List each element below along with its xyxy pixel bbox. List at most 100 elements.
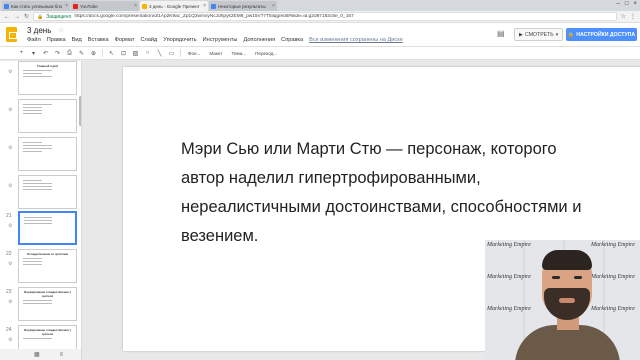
menu-insert[interactable]: Вставка [88,37,109,43]
speaker-notes-icon[interactable]: ⚙ [8,145,12,151]
image-icon[interactable]: ▨ [132,50,139,57]
reload-icon[interactable]: ↻ [24,13,29,20]
speaker-notes-icon[interactable]: ⚙ [8,299,12,305]
background-dropdown[interactable]: Фон... [186,51,202,56]
banner-text: Marketing Empire [487,306,531,312]
bookmark-star-icon[interactable]: ☆ [621,13,626,20]
speaker-notes-icon[interactable]: ⚙ [8,107,12,113]
thumb-text-line [23,180,42,181]
comments-icon[interactable]: ▤ [497,30,507,39]
browser-tab[interactable]: YouTube × [71,1,139,11]
docs-header: 3 день ☆ Файл Правка Вид Вставка Формат … [0,23,640,47]
thumb-text-line [23,151,42,152]
add-slide-icon[interactable]: + [18,50,25,56]
slide-filmstrip[interactable]: ⚙ Главный герой ⚙ ⚙ ⚙ 21 ⚙ 22 ⚙ Отождест… [0,61,82,350]
theme-dropdown[interactable]: Тема... [229,51,248,56]
menu-tools[interactable]: Инструменты [203,37,238,43]
close-icon[interactable]: × [132,3,137,9]
redo-icon[interactable]: ↷ [54,50,61,57]
present-button[interactable]: ▶ СМОТРЕТЬ ▾ [514,28,564,41]
save-status[interactable]: Все изменения сохранены на Диске [309,37,403,43]
undo-icon[interactable]: ↶ [42,50,49,57]
document-title[interactable]: 3 день [27,26,51,35]
address-bar: ← → ↻ 🔒 Защищено https://docs.google.com… [0,11,640,23]
thumb-text-line [23,148,53,149]
close-icon[interactable]: × [201,3,206,9]
menu-file[interactable]: Файл [27,37,41,43]
thumb-title: Формирование отождествления у зрителя [23,290,72,298]
youtube-favicon-icon [73,3,78,9]
close-window-icon[interactable]: × [633,1,637,7]
url-field[interactable]: 🔒 Защищено https://docs.google.com/prese… [33,12,617,21]
menu-slide[interactable]: Слайд [140,37,157,43]
zoom-icon[interactable]: ⊕ [90,50,97,57]
list-view-icon[interactable]: ≡ [60,352,64,358]
slide-number: 21 [6,213,12,219]
presenter-eye [552,276,560,279]
maximize-icon[interactable]: □ [625,1,629,7]
tab-label: YouTube [80,3,98,9]
thumb-text-line [23,145,53,146]
menu-edit[interactable]: Правка [47,37,66,43]
speaker-notes-icon[interactable]: ⚙ [8,337,12,343]
paint-format-icon[interactable]: ✎ [78,50,85,57]
toolbar-divider [180,49,181,57]
transition-dropdown[interactable]: Переход... [253,51,279,56]
browser-tab-active[interactable]: 3 день - Google Презент × [140,1,208,11]
print-icon[interactable]: ⎙ [66,50,73,57]
star-icon[interactable]: ☆ [58,26,64,34]
comment-add-icon[interactable]: ▭ [168,50,175,57]
webcam-overlay: Marketing Empire Marketing Empire Market… [485,240,640,360]
slides-logo-icon[interactable] [6,27,17,42]
thumb-text-line [23,142,42,143]
menu-help[interactable]: Справка [281,37,303,43]
layout-dropdown[interactable]: Макет [207,51,224,56]
thumb-text-line [23,110,42,111]
speaker-notes-icon[interactable]: ⚙ [8,261,12,267]
grid-view-icon[interactable]: ▦ [34,351,40,358]
speaker-notes-icon[interactable]: ⚙ [8,183,12,189]
menu-view[interactable]: Вид [72,37,82,43]
thumb-text-line [24,223,53,224]
close-icon[interactable]: × [270,3,275,9]
thumb-text-line [23,303,53,304]
select-cursor-icon[interactable]: ↖ [108,50,115,57]
browser-tab[interactable]: Некоторые результаты × [209,1,277,11]
slide-number: 23 [6,289,12,295]
tab-label: 3 день - Google Презент [149,3,200,9]
thumb-text-line [23,261,42,262]
shape-icon[interactable]: ○ [144,50,151,56]
thumb-text-line [23,300,53,301]
menu-addons[interactable]: Дополнения [243,37,275,43]
minimize-icon[interactable]: – [617,1,620,7]
browser-tab[interactable]: Как стать успешным бло × [2,1,70,11]
slide-body-text[interactable]: Мэри Сью или Марти Стю — персонаж, котор… [181,135,591,251]
menu-format[interactable]: Формат [115,37,135,43]
thumb-text-line [23,258,42,259]
close-icon[interactable]: × [63,3,68,9]
url-text: https://docs.google.com/presentation/d/1… [74,14,354,19]
filmstrip-footer: ▦ ≡ [0,349,82,360]
thumb-title: Формирование отождествления у зрителя [23,328,72,336]
presenter-hair [542,250,592,270]
share-button[interactable]: 🔒 НАСТРОЙКИ ДОСТУПА [566,28,637,41]
thumb-text-line [23,338,53,339]
line-icon[interactable]: ╲ [156,50,163,57]
thumb-title: Отождествление со зрителем [26,252,69,256]
forward-icon[interactable]: → [14,14,20,20]
menu-arrange[interactable]: Упорядочить [163,37,196,43]
banner-text: Marketing Empire [591,274,635,280]
docs-favicon-icon [4,3,9,9]
banner-text: Marketing Empire [487,242,531,248]
thumb-text-line [23,183,53,184]
presenter-eye [574,276,582,279]
chevron-down-icon[interactable]: ▾ [30,50,37,57]
speaker-notes-icon[interactable]: ⚙ [8,69,12,75]
filmstrip-scrollbar[interactable] [79,96,81,126]
text-box-icon[interactable]: ⊡ [120,50,127,57]
share-label: НАСТРОЙКИ ДОСТУПА [576,31,636,38]
back-icon[interactable]: ← [4,14,10,20]
browser-menu-icon[interactable]: ⋮ [630,13,636,20]
slide-number: 24 [6,327,12,333]
speaker-notes-icon[interactable]: ⚙ [8,223,12,229]
